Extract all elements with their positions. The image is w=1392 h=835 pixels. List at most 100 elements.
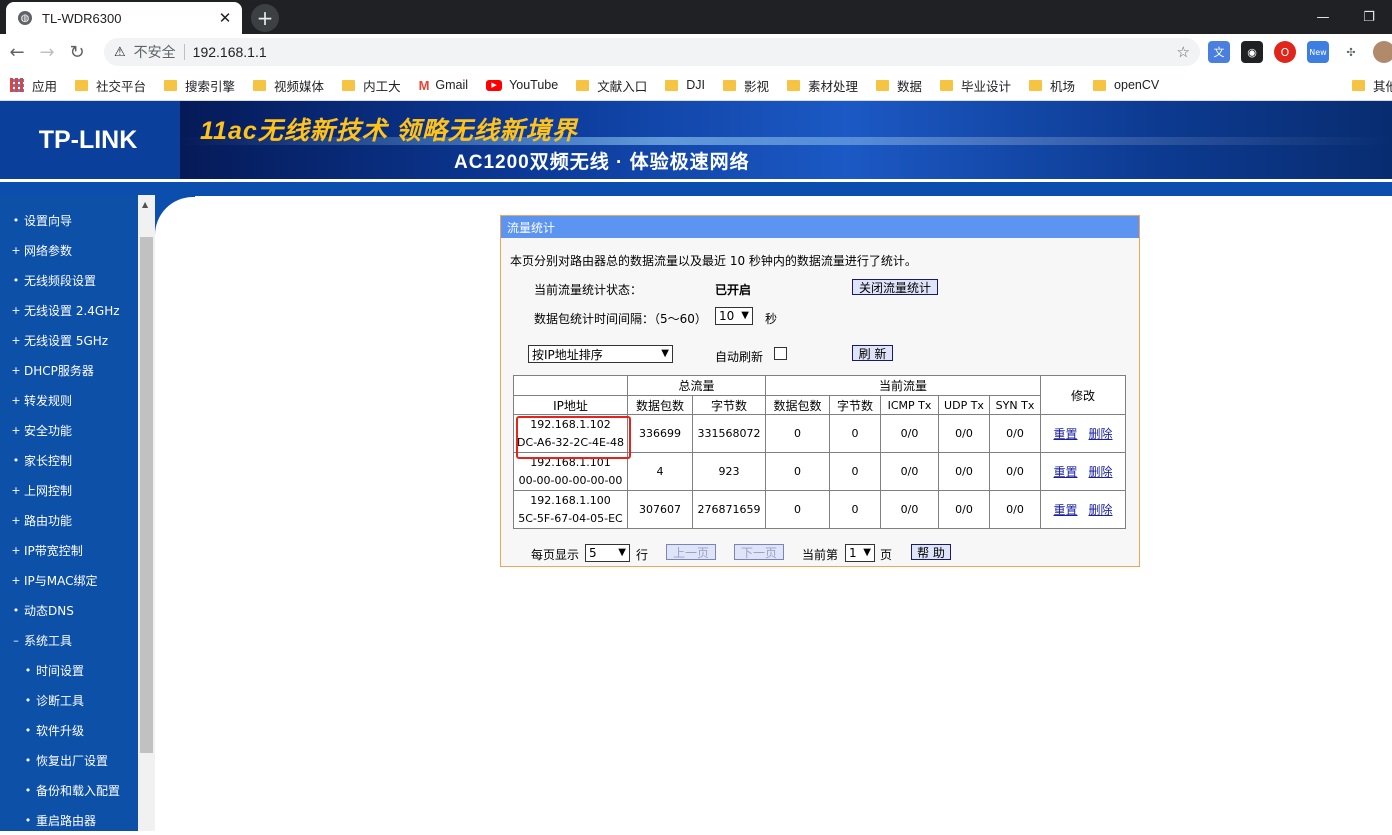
folder-icon	[342, 79, 356, 91]
sidebar-item-label: 路由功能	[24, 513, 73, 528]
sidebar-item[interactable]: + 路由功能	[0, 505, 138, 535]
sidebar-item[interactable]: • 家长控制	[0, 445, 138, 475]
sidebar-item[interactable]: + DHCP服务器	[0, 355, 138, 385]
profile-avatar[interactable]	[1373, 41, 1392, 63]
sidebar-item-label: 设置向导	[24, 213, 73, 228]
sidebar-item[interactable]: + IP与MAC绑定	[0, 565, 138, 595]
sidebar-item[interactable]: • 设置向导	[0, 205, 138, 235]
bookmark-item[interactable]: 应用	[10, 76, 57, 95]
bookmark-item[interactable]: DJI	[665, 78, 705, 92]
bookmark-item[interactable]: 机场	[1029, 76, 1075, 95]
url-text[interactable]: 192.168.1.1	[193, 44, 267, 60]
sidebar-item-label: 动态DNS	[24, 603, 74, 618]
close-tab-icon[interactable]: ✕	[216, 9, 234, 27]
sidebar-item[interactable]: • 恢复出厂设置	[0, 745, 138, 775]
auto-refresh-label: 自动刷新	[715, 350, 764, 364]
puzzle-icon[interactable]: ✣	[1340, 41, 1362, 63]
bookmark-label: 素材处理	[807, 79, 858, 94]
delete-link[interactable]: 删除	[1089, 427, 1113, 441]
address-bar[interactable]: ⚠ 不安全 192.168.1.1 ☆	[104, 38, 1200, 66]
folder-icon	[786, 79, 800, 91]
folder-icon	[876, 79, 889, 91]
bookmark-item[interactable]: 搜索引擎	[164, 76, 235, 95]
translate-icon[interactable]: 文	[1208, 41, 1230, 63]
table-row: 192.168.1.100 5C-5F-67-04-05-EC 307607 2768…	[513, 490, 1126, 529]
extension-dark-icon[interactable]: ◉	[1241, 41, 1263, 63]
bookmark-item[interactable]: 毕业设计	[940, 76, 1011, 95]
toggle-stats-button[interactable]: 关闭流量统计	[852, 279, 938, 295]
current-packets-cell: 0	[765, 452, 830, 491]
interval-select[interactable]: 10 ▼	[715, 307, 753, 325]
sidebar-item-label: 系统工具	[24, 633, 73, 648]
help-button[interactable]: 帮 助	[911, 544, 951, 560]
warning-icon[interactable]: ⚠	[114, 45, 126, 60]
reset-link[interactable]: 重置	[1053, 503, 1077, 517]
banner-slogan-main: 11ac无线新技术 领略无线新境界	[200, 117, 578, 145]
sidebar-item[interactable]: + IP带宽控制	[0, 535, 138, 565]
bookmark-item[interactable]: 社交平台	[75, 76, 146, 95]
folder-icon	[75, 79, 89, 91]
current-page-select[interactable]: 1 ▼	[845, 544, 875, 562]
sort-select[interactable]: 按IP地址排序 ▼	[528, 345, 673, 363]
sidebar-item[interactable]: • 无线频段设置	[0, 265, 138, 295]
chevron-down-icon: ▼	[741, 310, 749, 321]
sidebar-item[interactable]: + 上网控制	[0, 475, 138, 505]
new-tab-button[interactable]: +	[251, 4, 279, 32]
sidebar-item[interactable]: • 动态DNS	[0, 595, 138, 625]
reset-link[interactable]: 重置	[1053, 427, 1077, 441]
refresh-button[interactable]: 刷 新	[852, 345, 893, 361]
bookmark-item[interactable]: openCV	[1093, 78, 1159, 92]
next-page-button[interactable]: 下一页	[734, 544, 784, 560]
total-bytes-cell: 331568072	[692, 414, 766, 453]
chevron-down-icon: ▼	[661, 348, 669, 359]
auto-refresh-checkbox[interactable]	[774, 347, 787, 360]
sidebar-item[interactable]: + 无线设置 2.4GHz	[0, 295, 138, 325]
sidebar-item[interactable]: – 系统工具	[0, 625, 138, 655]
bookmark-item[interactable]: ▶ YouTube	[486, 78, 558, 92]
sidebar-item[interactable]: + 转发规则	[0, 385, 138, 415]
minimize-icon[interactable]: —	[1300, 0, 1346, 34]
browser-tab[interactable]: ◍ TL-WDR6300 ✕	[6, 2, 242, 34]
scroll-up-icon[interactable]: ▲	[142, 200, 148, 209]
scrollbar-thumb[interactable]	[140, 237, 153, 753]
sidebar-item[interactable]: • 时间设置	[0, 655, 138, 685]
bookmark-item[interactable]: 内工大	[342, 76, 401, 95]
insecure-label[interactable]: 不安全	[134, 42, 176, 62]
sidebar-item[interactable]: + 网络参数	[0, 235, 138, 265]
column-header-current-packets: 数据包数	[765, 395, 830, 415]
new-extension-icon[interactable]: New	[1307, 41, 1329, 63]
back-icon[interactable]: ←	[4, 39, 30, 65]
sidebar-item[interactable]: + 无线设置 5GHz	[0, 325, 138, 355]
delete-link[interactable]: 删除	[1089, 465, 1113, 479]
reload-icon[interactable]: ↻	[64, 39, 90, 65]
bookmark-item[interactable]: 文献入口	[576, 76, 647, 95]
sidebar-scrollbar[interactable]: ▲	[138, 195, 155, 831]
sidebar-item[interactable]: + 安全功能	[0, 415, 138, 445]
chevron-down-icon: ▼	[618, 547, 626, 558]
prev-page-button[interactable]: 上一页	[666, 544, 716, 560]
forward-icon[interactable]: →	[34, 39, 60, 65]
interval-label: 数据包统计时间间隔：（5～60）	[534, 312, 707, 326]
bookmark-item[interactable]: 视频媒体	[253, 76, 324, 95]
sidebar-item[interactable]: • 诊断工具	[0, 685, 138, 715]
delete-link[interactable]: 删除	[1089, 503, 1113, 517]
sidebar-item[interactable]: • 软件升级	[0, 715, 138, 745]
bookmark-star-icon[interactable]: ☆	[1177, 43, 1190, 61]
panel-description: 本页分别对路由器总的数据流量以及最近 10 秒钟内的数据流量进行了统计。	[510, 254, 917, 268]
column-header-total-bytes: 字节数	[692, 395, 766, 415]
sidebar-item[interactable]: • 备份和载入配置	[0, 775, 138, 805]
bookmark-item[interactable]: M Gmail	[419, 78, 469, 93]
reset-link[interactable]: 重置	[1053, 465, 1077, 479]
current-page-label: 当前第	[802, 548, 839, 562]
bookmark-item[interactable]: 其他	[1352, 76, 1392, 95]
restore-icon[interactable]: ❐	[1346, 0, 1392, 34]
bookmark-item[interactable]: 素材处理	[786, 76, 858, 95]
bookmark-item[interactable]: 影视	[722, 76, 769, 95]
per-page-select[interactable]: 5 ▼	[585, 544, 630, 562]
bookmark-label: YouTube	[509, 78, 559, 92]
bookmark-item[interactable]: 数据	[876, 76, 922, 95]
adblock-icon[interactable]: O	[1274, 41, 1296, 63]
sidebar-item-label: 家长控制	[24, 453, 73, 468]
column-header-total-packets: 数据包数	[627, 395, 693, 415]
folder-icon	[576, 79, 590, 91]
